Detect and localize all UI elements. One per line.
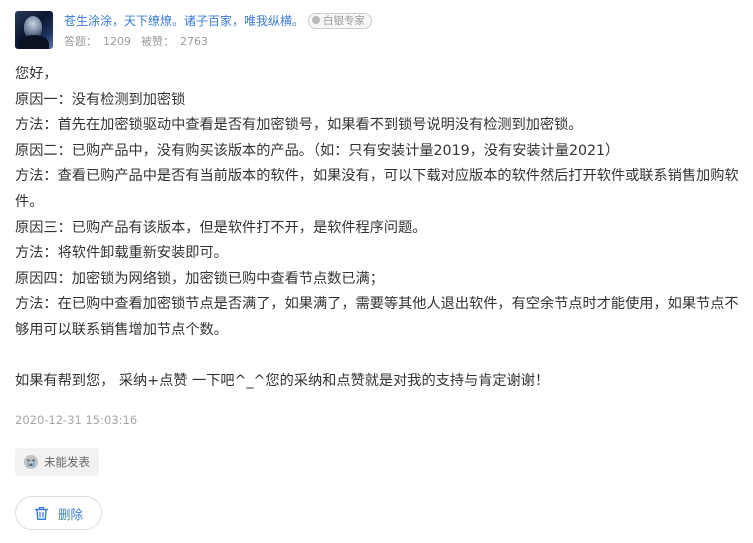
author-stats: 答题： 1209 被赞： 2763 — [64, 34, 218, 50]
answer-body: 您好， 原因一：没有检测到加密锁 方法：首先在加密锁驱动中查看是否有加密锁号，如… — [15, 62, 740, 394]
answer-line: 原因四：加密锁为网络锁，加密锁已购中查看节点数已满； — [15, 270, 384, 287]
answers-count: 1209 — [103, 35, 131, 48]
crying-face-icon — [23, 454, 39, 470]
delete-button-label: 删除 — [57, 506, 83, 522]
answer-line: 原因一：没有检测到加密锁 — [15, 91, 186, 108]
answer-line: 您好， — [15, 66, 58, 82]
likes-count: 2763 — [180, 35, 208, 48]
answers-label: 答题： — [64, 35, 97, 48]
status-badge-label: 未能发表 — [44, 455, 90, 469]
answer-timestamp: 2020-12-31 15:03:16 — [15, 413, 138, 427]
answer-author-header: 苍生涂涂，天下缭燎。诸子百家，唯我纵横。 白银专家 答题： 1209 被赞： 2763 — [15, 11, 735, 51]
expert-level-badge: 白银专家 — [308, 13, 372, 29]
answer-line: 原因二：已购产品中，没有购买该版本的产品。（如：只有安装计量2019，没有安装计… — [15, 142, 620, 159]
answer-closing: 如果有帮到您， 采纳+点赞 一下吧^_^您的采纳和点赞就是对我的支持与肯定谢谢！ — [15, 372, 550, 389]
answer-line: 方法：首先在加密锁驱动中查看是否有加密锁号，如果看不到锁号说明没有检测到加密锁。 — [15, 117, 583, 134]
answer-line: 方法：将软件卸载重新安装即可。 — [15, 245, 228, 262]
delete-button[interactable]: 删除 — [15, 496, 102, 530]
answer-line: 方法：在已购中查看加密锁节点是否满了，如果满了，需要等其他人退出软件，有空余节点… — [15, 296, 739, 338]
likes-label: 被赞： — [141, 35, 174, 48]
status-badge: 未能发表 — [15, 448, 99, 476]
answer-line: 原因三：已购产品有该版本，但是软件打不开，是软件程序问题。 — [15, 219, 427, 236]
avatar[interactable] — [15, 11, 53, 49]
trash-icon — [34, 506, 49, 521]
author-name[interactable]: 苍生涂涂，天下缭燎。诸子百家，唯我纵横。 — [64, 12, 304, 30]
answer-line: 方法：查看已购产品中是否有当前版本的软件，如果没有，可以下载对应版本的软件然后打… — [15, 168, 739, 210]
